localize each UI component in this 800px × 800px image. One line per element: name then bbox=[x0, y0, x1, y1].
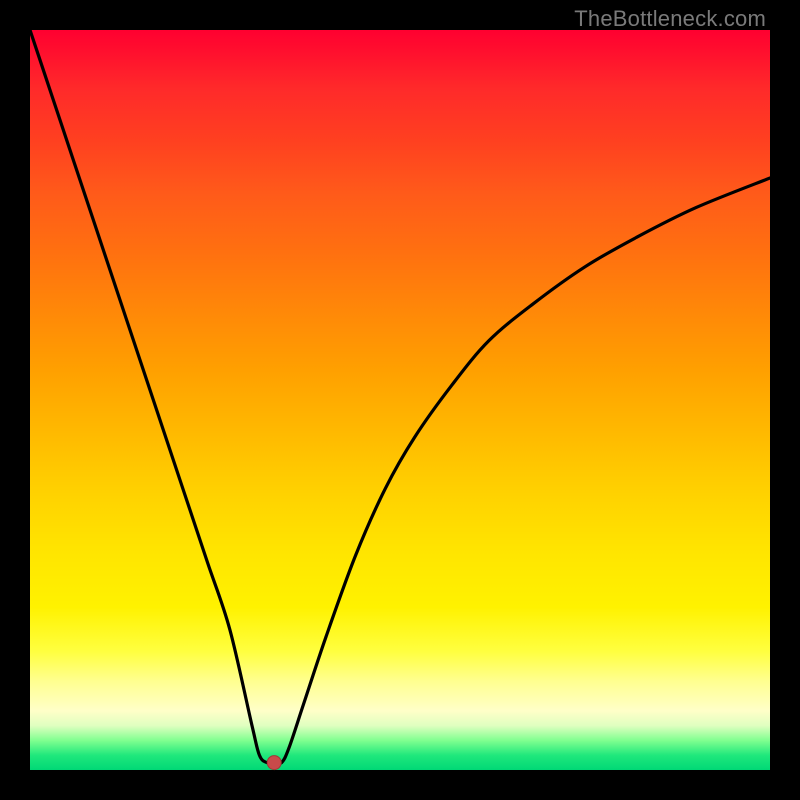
plot-area bbox=[30, 30, 770, 770]
bottleneck-curve bbox=[30, 30, 770, 764]
watermark-text: TheBottleneck.com bbox=[574, 6, 766, 32]
curve-svg bbox=[30, 30, 770, 770]
chart-container: TheBottleneck.com bbox=[0, 0, 800, 800]
optimal-point-marker bbox=[267, 756, 281, 770]
